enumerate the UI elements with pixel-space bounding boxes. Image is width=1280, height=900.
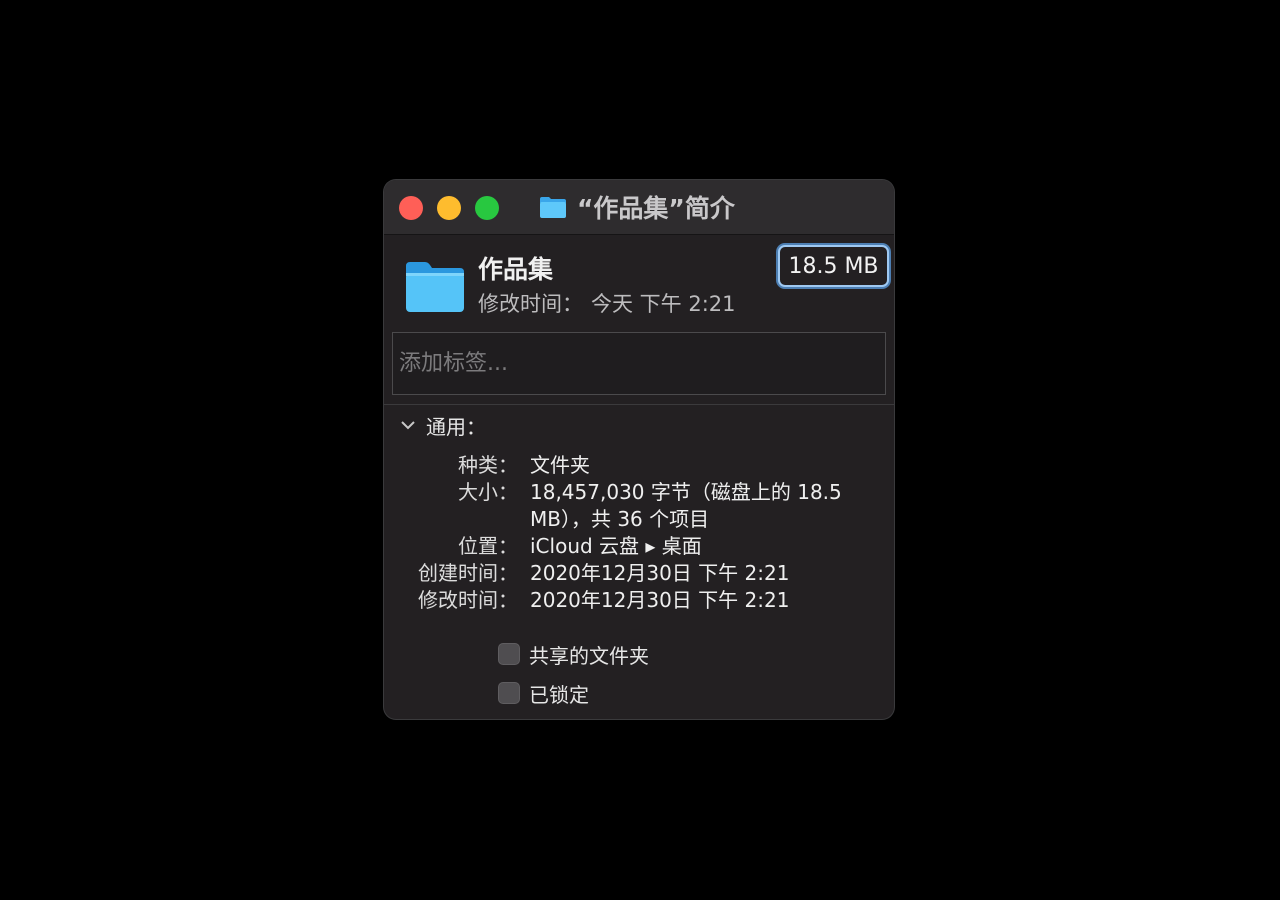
info-value: 2020年12月30日 下午 2:21 (530, 588, 790, 612)
info-label: 修改时间： (418, 588, 518, 612)
window-title-group: “作品集”简介 (539, 191, 735, 223)
info-value: 文件夹 (530, 453, 590, 477)
locked-option[interactable]: 已锁定 (498, 679, 589, 708)
info-label: 种类： (458, 453, 518, 477)
minimize-button[interactable] (437, 196, 461, 220)
shared-folder-checkbox[interactable] (498, 643, 520, 665)
zoom-button[interactable] (475, 196, 499, 220)
info-label: 大小： (458, 480, 518, 504)
title-bar[interactable]: “作品集”简介 (384, 180, 894, 235)
info-value: 2020年12月30日 下午 2:21 (530, 561, 790, 585)
modified-label: 修改时间： (478, 292, 583, 316)
general-section-title: 通用： (426, 414, 486, 439)
locked-checkbox[interactable] (498, 682, 520, 704)
general-section-toggle[interactable]: 通用： (400, 412, 486, 439)
close-button[interactable] (399, 196, 423, 220)
tags-input[interactable] (392, 332, 886, 395)
window-title: “作品集”简介 (577, 194, 735, 223)
size-badge[interactable]: 18.5 MB (778, 245, 889, 287)
section-divider (384, 404, 894, 405)
info-label: 创建时间： (418, 561, 518, 585)
info-value: 18,457,030 字节（磁盘上的 18.5 MB），共 36 个项目 (530, 480, 842, 531)
info-window: “作品集”简介 作品集 修改时间：今天 下午 2:21 18.5 MB 通用： … (384, 180, 894, 719)
modified-value: 今天 下午 2:21 (591, 292, 736, 316)
shared-folder-label[interactable]: 共享的文件夹 (529, 640, 649, 669)
info-label: 位置： (458, 534, 518, 558)
chevron-down-icon[interactable] (400, 419, 416, 431)
shared-folder-option[interactable]: 共享的文件夹 (498, 640, 649, 669)
info-value: iCloud 云盘 ▸ 桌面 (530, 534, 702, 558)
folder-icon (540, 197, 566, 218)
modified-summary: 修改时间： 今天 下午 2:21 (478, 288, 736, 318)
file-name: 作品集 (478, 255, 554, 284)
locked-label[interactable]: 已锁定 (529, 679, 589, 708)
folder-icon (406, 262, 464, 312)
